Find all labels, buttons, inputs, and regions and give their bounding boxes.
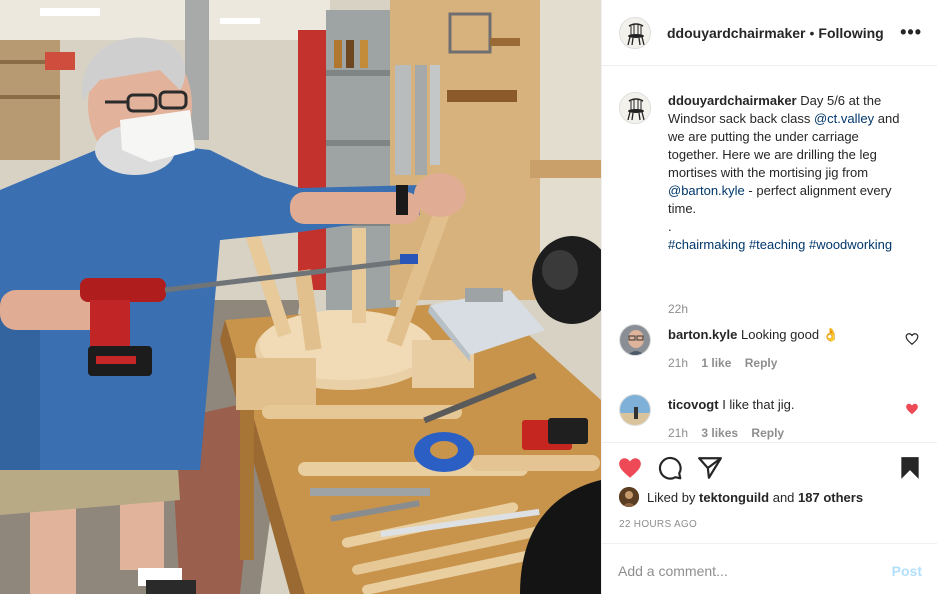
caption-text: ddouyardchairmaker Day 5/6 at the Windso… — [668, 92, 908, 254]
comments-section[interactable]: ddouyardchairmaker Day 5/6 at the Windso… — [602, 67, 937, 441]
workshop-photo — [0, 0, 601, 594]
post-date[interactable]: 22 HOURS AGO — [619, 519, 697, 530]
mention-ct-valley[interactable]: @ct.valley — [814, 111, 874, 126]
comment-like-count[interactable]: 1 like — [701, 356, 731, 370]
liker-avatar-icon — [619, 487, 639, 507]
comment-body: Looking good 👌 — [740, 327, 839, 342]
comment-username[interactable]: ticovogt — [668, 397, 719, 412]
comment-item: ticovogt I like that jig. 21h 3 likes Re… — [619, 394, 929, 441]
comment-reply-button[interactable]: Reply — [745, 356, 778, 370]
like-heart-icon[interactable] — [617, 455, 643, 481]
header-separator: • — [809, 24, 815, 41]
comment-reply-button[interactable]: Reply — [751, 426, 784, 440]
comment-meta: 21h 3 likes Reply — [668, 426, 794, 440]
comment-item: barton.kyle Looking good 👌 21h 1 like Re… — [619, 324, 929, 374]
liker-avatar[interactable] — [619, 487, 639, 507]
commenter-avatar[interactable] — [619, 324, 651, 356]
more-horizontal-icon[interactable]: ••• — [900, 22, 922, 43]
liked-by-user[interactable]: tektonguild — [699, 490, 769, 505]
windsor-chair-icon — [620, 17, 650, 48]
heart-outline-icon[interactable] — [905, 332, 919, 346]
hashtag-chairmaking[interactable]: #chairmaking — [668, 237, 745, 252]
comment-bubble-icon[interactable] — [657, 455, 683, 481]
hashtag-woodworking[interactable]: #woodworking — [809, 237, 892, 252]
comment-time[interactable]: 21h — [668, 356, 688, 370]
post-side-panel: ddouyardchairmaker • Following ••• ddouy… — [601, 0, 937, 594]
share-paper-plane-icon[interactable] — [697, 455, 723, 481]
comment-body: I like that jig. — [722, 397, 795, 412]
liked-by-prefix: Liked by — [647, 489, 696, 505]
beach-photo-icon — [620, 395, 650, 425]
mention-barton-kyle[interactable]: @barton.kyle — [668, 183, 745, 198]
comment-text: ticovogt I like that jig. — [668, 396, 888, 414]
caption-avatar[interactable] — [619, 92, 651, 124]
caption-timestamp[interactable]: 22h — [668, 302, 688, 316]
post-photo[interactable] — [0, 0, 601, 594]
windsor-chair-icon — [620, 93, 650, 123]
liked-by-connector: and — [772, 489, 795, 505]
comment-input[interactable] — [618, 559, 873, 583]
author-username[interactable]: ddouyardchairmaker — [667, 25, 806, 41]
liked-by-line: Liked by tektonguild and 187 others — [619, 487, 863, 507]
comment-like-count[interactable]: 3 likes — [701, 426, 738, 440]
post-comment-button[interactable]: Post — [892, 563, 922, 579]
user-photo-icon — [620, 325, 650, 355]
post-header: ddouyardchairmaker • Following ••• — [602, 0, 937, 66]
liked-by-others[interactable]: 187 others — [798, 490, 863, 505]
add-comment-bar: Post — [602, 543, 937, 594]
comment-username[interactable]: barton.kyle — [668, 327, 737, 342]
heart-filled-icon[interactable] — [905, 402, 919, 416]
commenter-avatar[interactable] — [619, 394, 651, 426]
bookmark-filled-icon[interactable] — [897, 455, 923, 481]
comment-text: barton.kyle Looking good 👌 — [668, 326, 888, 344]
action-bar — [602, 442, 937, 492]
caption-dot-line: . — [668, 219, 672, 234]
caption-username[interactable]: ddouyardchairmaker — [668, 93, 797, 108]
author-avatar[interactable] — [619, 16, 651, 49]
comment-meta: 21h 1 like Reply — [668, 356, 787, 370]
comment-time[interactable]: 21h — [668, 426, 688, 440]
hashtag-teaching[interactable]: #teaching — [749, 237, 805, 252]
following-button[interactable]: Following — [818, 25, 883, 41]
